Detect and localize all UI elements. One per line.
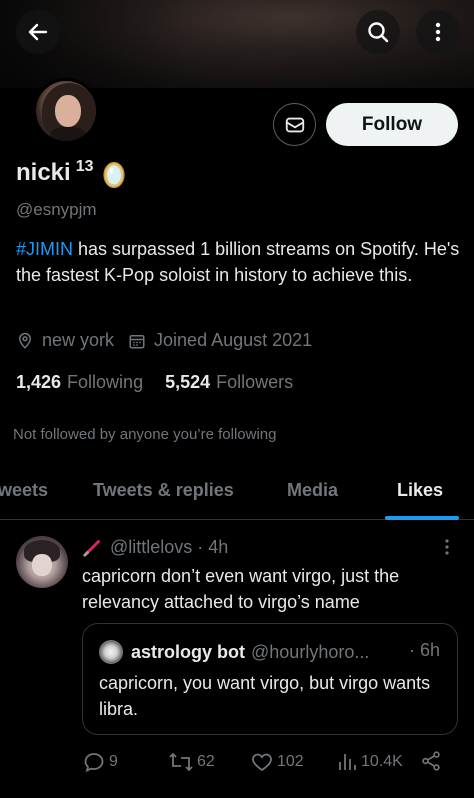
profile-name-row: nicki 13	[16, 158, 126, 189]
profile-avatar[interactable]	[33, 78, 99, 144]
profile-stats: 1,426 Following 5,524 Followers	[16, 372, 315, 393]
tweet-time[interactable]: 4h	[208, 537, 228, 558]
views-chart-icon	[339, 754, 356, 770]
more-vertical-icon	[445, 539, 449, 555]
tab-tweets[interactable]: weets	[0, 480, 48, 501]
followers-link[interactable]: 5,524 Followers	[165, 372, 293, 393]
more-vertical-icon	[435, 22, 441, 42]
reply-count: 9	[109, 753, 118, 770]
profile-handle: @esnypjm	[16, 200, 97, 219]
active-tab-indicator	[385, 516, 459, 520]
envelope-icon	[285, 117, 304, 132]
tweet-more-button[interactable]	[440, 537, 454, 562]
retweet-button[interactable]: 62	[168, 750, 215, 774]
joined-item: Joined August 2021	[128, 330, 312, 351]
message-button[interactable]	[273, 103, 316, 146]
tweet-author-handle[interactable]: @littlelovs	[110, 537, 192, 558]
bio-text: has surpassed 1 billion streams on Spoti…	[16, 239, 460, 285]
follow-button[interactable]: Follow	[326, 103, 458, 146]
quoted-tweet-header: astrology bot @hourlyhoro...	[99, 640, 369, 664]
arrow-left-icon	[28, 23, 48, 41]
mirror-emoji-icon	[102, 161, 125, 189]
profile-tabs: weets Tweets & replies Media Likes	[0, 470, 474, 520]
tweet-text: capricorn don’t even want virgo, just th…	[82, 566, 400, 612]
quoted-tweet-text: capricorn, you want virgo, but virgo wan…	[99, 673, 431, 719]
profile-name-suffix: 13	[75, 158, 94, 175]
tweet-actions: 9 62 102 10.4K	[82, 750, 452, 776]
following-count: 1,426	[16, 372, 62, 392]
location-text: new york	[42, 330, 115, 350]
more-options-button[interactable]	[416, 10, 460, 54]
joined-text: Joined August 2021	[154, 330, 313, 350]
location-item: new york	[16, 330, 114, 351]
following-link[interactable]: 1,426 Following	[16, 372, 143, 393]
not-followed-notice: Not followed by anyone you’re following	[13, 426, 277, 443]
lightsaber-emoji-icon	[83, 540, 100, 557]
tweet-separator: ·	[197, 536, 204, 557]
back-button[interactable]	[16, 10, 60, 54]
profile-bio: #JIMIN has surpassed 1 billion streams o…	[16, 236, 462, 288]
calendar-icon	[129, 334, 145, 348]
quoted-tweet-time: · 6h	[409, 640, 441, 660]
tweet-author-avatar[interactable]	[16, 536, 68, 588]
following-label: Following	[67, 372, 144, 392]
profile-meta: new york Joined August 2021	[16, 330, 312, 351]
views-button[interactable]: 10.4K	[336, 750, 403, 774]
retweet-icon	[169, 752, 193, 772]
like-button[interactable]: 102	[250, 750, 304, 774]
tweet-header: @littlelovs · 4h	[82, 536, 228, 558]
search-icon	[368, 22, 389, 43]
search-button[interactable]	[356, 10, 400, 54]
profile-banner[interactable]	[0, 0, 474, 88]
followers-count: 5,524	[165, 372, 211, 392]
views-count: 10.4K	[361, 753, 403, 770]
quoted-tweet[interactable]: astrology bot @hourlyhoro... · 6h capric…	[82, 623, 458, 735]
reply-button[interactable]: 9	[82, 750, 118, 774]
followers-label: Followers	[216, 372, 294, 392]
tab-likes[interactable]: Likes	[397, 480, 443, 501]
bio-hashtag-link[interactable]: #JIMIN	[16, 239, 73, 259]
tab-tweets-replies[interactable]: Tweets & replies	[93, 480, 234, 501]
heart-icon	[252, 753, 272, 772]
share-icon	[422, 751, 440, 771]
quoted-author-avatar	[99, 640, 123, 664]
quoted-author-handle: @hourlyhoro...	[251, 641, 370, 662]
reply-icon	[84, 753, 104, 773]
retweet-count: 62	[197, 753, 215, 770]
like-count: 102	[277, 753, 304, 770]
share-button[interactable]	[420, 750, 445, 772]
tab-media[interactable]: Media	[287, 480, 338, 501]
profile-name: nicki	[16, 159, 71, 186]
location-pin-icon	[18, 332, 32, 349]
quoted-author-name: astrology bot	[131, 641, 246, 662]
